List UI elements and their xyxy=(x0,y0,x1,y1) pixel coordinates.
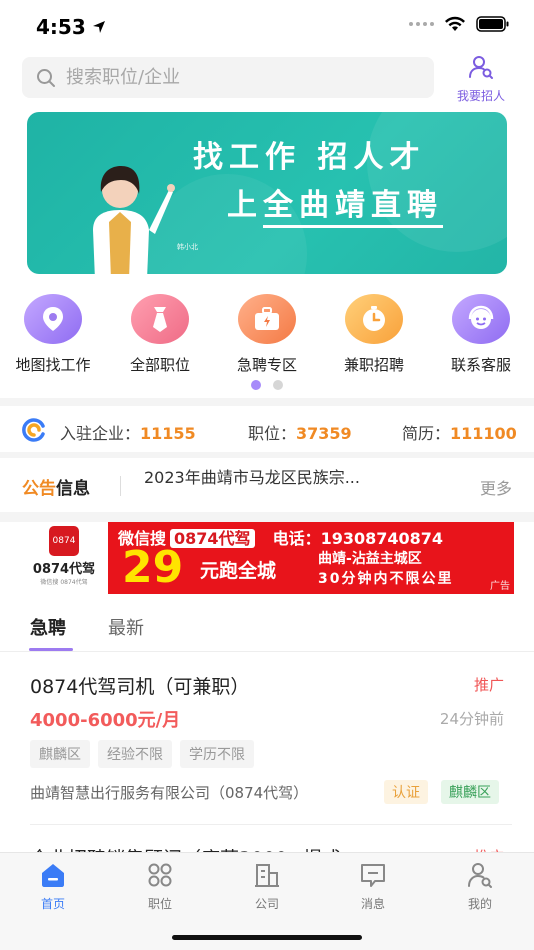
ad-price-text: 元跑全城 xyxy=(200,560,277,582)
ad-brand-slogan: 微信搜 0874代驾 xyxy=(40,579,88,586)
pager-dot[interactable] xyxy=(273,380,283,390)
tab-messages[interactable]: 消息 xyxy=(333,861,413,912)
tab-jobs[interactable]: 职位 xyxy=(120,861,200,912)
home-icon xyxy=(42,864,64,887)
ad-brand-name: 0874代驾 xyxy=(32,562,96,577)
promo-banner[interactable]: 找工作 招人才 上全曲靖直聘 韩小北 xyxy=(27,112,507,274)
message-icon xyxy=(361,864,385,887)
tab-home[interactable]: 首页 xyxy=(13,861,93,912)
recruit-label: 我要招人 xyxy=(456,89,505,103)
ad-label: 广告 xyxy=(490,581,510,592)
clock-icon xyxy=(345,294,403,344)
location-arrow-icon xyxy=(92,21,105,33)
briefcase-icon xyxy=(238,294,296,344)
ad-area: 曲靖-沾益主城区 xyxy=(318,551,422,567)
job-tag: 经验不限 xyxy=(98,740,172,768)
tab-active-indicator xyxy=(29,648,73,651)
notice-more-link[interactable]: 更多 xyxy=(480,475,512,499)
tab-latest[interactable]: 最新 xyxy=(108,614,144,640)
section-divider xyxy=(0,512,534,522)
job-tag: 麒麟区 xyxy=(30,740,90,768)
home-indicator[interactable] xyxy=(172,935,362,940)
verified-badge: 认证 xyxy=(384,780,428,804)
quick-nav-map-jobs[interactable]: 地图找工作 xyxy=(1,292,105,375)
notice-text[interactable]: 2023年曲靖市马龙区民族宗... xyxy=(144,464,360,488)
grid-icon xyxy=(148,863,172,887)
job-promo-tag: 推广 xyxy=(473,676,504,694)
tie-icon xyxy=(131,294,189,344)
ad-promise: 30分钟内不限公里 xyxy=(318,571,454,587)
quick-nav-customer-service[interactable]: 联系客服 xyxy=(429,292,533,375)
job-company: 曲靖智慧出行服务有限公司（0874代驾） xyxy=(30,784,309,802)
pager-dot-active[interactable] xyxy=(251,380,261,390)
status-time: 4:53 xyxy=(36,15,106,39)
job-tags: 麒麟区 经验不限 学历不限 xyxy=(30,740,254,768)
stat-companies: 入驻企业：11155 xyxy=(60,424,196,443)
battery-icon xyxy=(476,16,509,32)
recruit-user-icon xyxy=(469,56,493,79)
stat-resumes: 简历：111100 xyxy=(402,424,517,443)
quick-nav: 地图找工作 全部职位 急聘专区 兼职招聘 联系客服 xyxy=(0,292,534,382)
wifi-icon xyxy=(445,16,465,31)
job-card[interactable]: 企业招聘销售顾问（底薪3000+提成 推广 xyxy=(0,828,534,852)
section-divider xyxy=(0,398,534,406)
recruit-button[interactable]: 我要招人 xyxy=(448,54,514,104)
platform-stats: 入驻企业：11155 职位：37359 简历：111100 xyxy=(0,408,534,452)
user-icon xyxy=(468,863,492,888)
building-icon xyxy=(255,864,279,887)
tab-urgent[interactable]: 急聘 xyxy=(30,614,66,640)
banner-headline-2: 上全曲靖直聘 xyxy=(227,180,443,228)
area-badge: 麒麟区 xyxy=(441,780,499,804)
search-input[interactable] xyxy=(66,67,396,88)
search-bar[interactable] xyxy=(22,57,434,98)
stat-jobs: 职位：37359 xyxy=(248,424,352,443)
section-divider xyxy=(0,452,534,458)
stats-logo-icon xyxy=(22,418,45,442)
tab-company[interactable]: 公司 xyxy=(227,861,307,912)
map-pin-icon xyxy=(24,294,82,344)
banner-headline-1: 找工作 招人才 xyxy=(193,140,426,175)
job-title: 0874代驾司机（可兼职） xyxy=(30,676,250,698)
service-icon xyxy=(452,294,510,344)
signal-dots-icon xyxy=(409,22,434,26)
search-icon xyxy=(37,68,55,87)
ad-brand-block: 0874 0874代驾 微信搜 0874代驾 xyxy=(20,522,108,594)
ad-main: 微信搜 0874代驾 电话：19308740874 29 元跑全城 曲靖-沾益主城区… xyxy=(108,522,514,594)
job-title: 企业招聘销售顾问（底薪3000+提成 xyxy=(30,844,341,852)
job-card[interactable]: 0874代驾司机（可兼职） 推广 4000-6000元/月 24分钟前 麒麟区 … xyxy=(0,652,534,828)
ad-price: 29 xyxy=(122,542,184,593)
job-salary: 4000-6000元/月 xyxy=(30,710,181,731)
notice-bar[interactable]: 公告信息 2023年曲靖市马龙区民族宗... 更多 xyxy=(0,460,534,512)
status-bar: 4:53 xyxy=(0,0,534,50)
job-tag: 学历不限 xyxy=(180,740,254,768)
clock-text: 4:53 xyxy=(36,15,86,39)
quick-nav-urgent[interactable]: 急聘专区 xyxy=(215,292,319,375)
tab-me[interactable]: 我的 xyxy=(440,861,520,912)
ad-brand-logo: 0874 xyxy=(49,526,79,556)
job-tabs: 急聘 最新 xyxy=(0,606,534,652)
quick-nav-parttime[interactable]: 兼职招聘 xyxy=(322,292,426,375)
carousel-pager xyxy=(0,380,534,390)
notice-brand: 公告信息 xyxy=(22,479,90,499)
status-indicators xyxy=(409,16,510,32)
ad-banner[interactable]: 0874 0874代驾 微信搜 0874代驾 微信搜 0874代驾 电话：19308… xyxy=(20,522,514,594)
banner-person-illustration xyxy=(93,166,175,274)
job-posted-time: 24分钟前 xyxy=(439,710,504,728)
quick-nav-all-jobs[interactable]: 全部职位 xyxy=(108,292,212,375)
banner-caption: 韩小北 xyxy=(177,243,198,251)
